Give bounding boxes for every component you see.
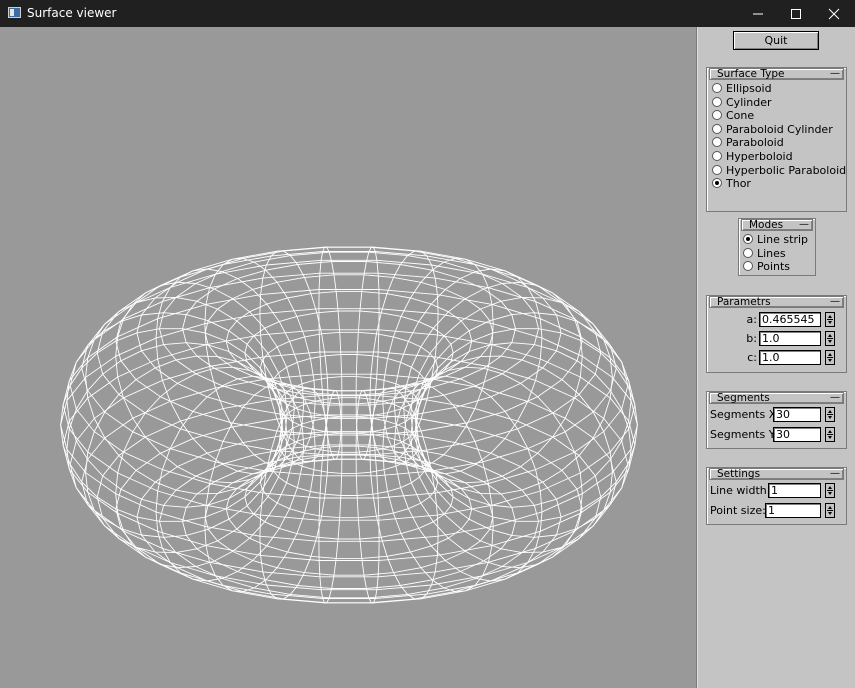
line-width-spinner[interactable]	[825, 483, 835, 498]
radio-button[interactable]	[743, 247, 753, 258]
mode-option-label: Lines	[757, 246, 786, 260]
quit-button[interactable]: Quit	[733, 31, 819, 50]
window-title: Surface viewer	[27, 6, 117, 20]
collapse-icon[interactable]: —	[830, 69, 840, 79]
modes-header[interactable]: Modes —	[741, 219, 813, 231]
radio-button[interactable]	[712, 96, 722, 107]
parallel-line	[182, 453, 516, 589]
parallel-line	[69, 351, 629, 578]
param-b-label: b:	[746, 332, 757, 345]
meridian-line	[355, 246, 380, 460]
segments-y-input[interactable]: 30	[773, 427, 821, 442]
parallel-line	[60, 308, 638, 542]
minimize-icon	[753, 13, 763, 15]
maximize-icon	[791, 9, 801, 19]
param-c-label: c:	[747, 351, 757, 364]
radio-button[interactable]	[712, 123, 722, 134]
meridian-line	[318, 246, 343, 460]
segments-title: Segments	[717, 392, 770, 404]
collapse-icon[interactable]: —	[830, 393, 840, 403]
torus-wireframe	[60, 246, 638, 604]
parallel-line	[204, 458, 494, 576]
surface-type-option-label: Ellipsoid	[726, 82, 772, 95]
param-b-input[interactable]: 1.0	[759, 331, 821, 346]
line-width-label: Line width:	[710, 484, 771, 497]
surface-type-option[interactable]: Paraboloid Cylinder	[712, 123, 833, 136]
app-icon	[8, 7, 21, 18]
radio-button[interactable]	[743, 261, 753, 272]
surface-type-option-label: Paraboloid Cylinder	[726, 122, 833, 136]
radio-button[interactable]	[743, 234, 753, 244]
settings-header[interactable]: Settings —	[709, 468, 844, 480]
surface-type-option-label: Thor	[726, 177, 751, 191]
param-c-spinner[interactable]	[825, 350, 835, 365]
param-a-spinner[interactable]	[825, 312, 835, 327]
parallel-line	[69, 272, 629, 499]
mode-option-label: Line strip	[757, 233, 809, 246]
surface-type-option[interactable]: Cone	[712, 109, 754, 122]
parallel-line	[81, 259, 617, 477]
segments-y-spinner[interactable]	[825, 427, 835, 442]
line-width-input[interactable]: 1	[768, 483, 821, 498]
param-a-input[interactable]: 0.465545	[759, 312, 821, 327]
segments-x-spinner[interactable]	[825, 407, 835, 422]
surface-type-header[interactable]: Surface Type —	[709, 68, 844, 80]
surface-type-option-label: Hyperbolic Paraboloid	[726, 163, 847, 177]
mode-option[interactable]: Points	[743, 260, 790, 273]
parallel-line	[81, 373, 617, 591]
surface-type-option[interactable]: Ellipsoid	[712, 82, 772, 95]
radio-button[interactable]	[712, 83, 722, 93]
surface-type-option[interactable]: Hyperboloid	[712, 150, 793, 163]
radio-button[interactable]	[712, 164, 722, 175]
meridian-line	[355, 390, 380, 604]
point-size-input[interactable]: 1	[765, 503, 821, 518]
meridian-line	[318, 390, 343, 604]
title-bar[interactable]: Surface viewer	[0, 0, 855, 27]
parallel-line	[225, 458, 473, 559]
point-size-spinner[interactable]	[825, 503, 835, 518]
parameters-title: Parametrs	[717, 296, 771, 308]
surface-type-option-label: Paraboloid	[726, 136, 784, 150]
maximize-button[interactable]	[777, 0, 815, 27]
surface-type-option-label: Cylinder	[726, 95, 772, 109]
minimize-button[interactable]	[739, 0, 777, 27]
parallel-line	[204, 274, 494, 392]
close-button[interactable]	[815, 0, 853, 27]
radio-button[interactable]	[712, 178, 722, 189]
mode-option[interactable]: Lines	[743, 247, 786, 260]
param-c-input[interactable]: 1.0	[759, 350, 821, 365]
mode-option[interactable]: Line strip	[743, 233, 808, 246]
param-a-label: a:	[746, 313, 757, 326]
segments-x-input[interactable]: 30	[773, 407, 821, 422]
collapse-icon[interactable]: —	[799, 220, 809, 230]
parameters-header[interactable]: Parametrs —	[709, 296, 844, 308]
collapse-icon[interactable]: —	[830, 469, 840, 479]
modes-title: Modes	[749, 219, 784, 231]
collapse-icon[interactable]: —	[830, 297, 840, 307]
surface-type-option-label: Hyperboloid	[726, 150, 793, 163]
close-icon	[828, 8, 840, 20]
radio-button[interactable]	[712, 110, 722, 121]
control-panel: Quit Surface Type — Ellipsoid Cylinder Con…	[697, 27, 855, 688]
segments-header[interactable]: Segments —	[709, 392, 844, 404]
param-b-spinner[interactable]	[825, 331, 835, 346]
radio-button[interactable]	[712, 137, 722, 148]
surface-type-option[interactable]: Hyperbolic Paraboloid	[712, 164, 846, 177]
radio-button[interactable]	[712, 151, 722, 161]
point-size-label: Point size:	[710, 504, 766, 517]
surface-type-option[interactable]: Thor	[712, 177, 751, 190]
surface-type-option-label: Cone	[726, 109, 755, 123]
wireframe-lines	[60, 246, 638, 604]
surface-type-title: Surface Type	[717, 68, 785, 80]
app-window: Surface viewer Quit Surface Type — Ellip…	[0, 0, 855, 688]
segments-y-label: Segments Y:	[710, 428, 778, 441]
3d-viewport[interactable]	[0, 27, 697, 688]
surface-type-option[interactable]: Paraboloid	[712, 136, 784, 149]
parallel-line	[182, 261, 516, 397]
surface-type-option[interactable]: Cylinder	[712, 96, 772, 109]
parallel-line	[225, 291, 473, 392]
mode-option-label: Points	[757, 260, 791, 274]
settings-title: Settings	[717, 468, 761, 480]
segments-x-label: Segments X:	[710, 408, 780, 421]
